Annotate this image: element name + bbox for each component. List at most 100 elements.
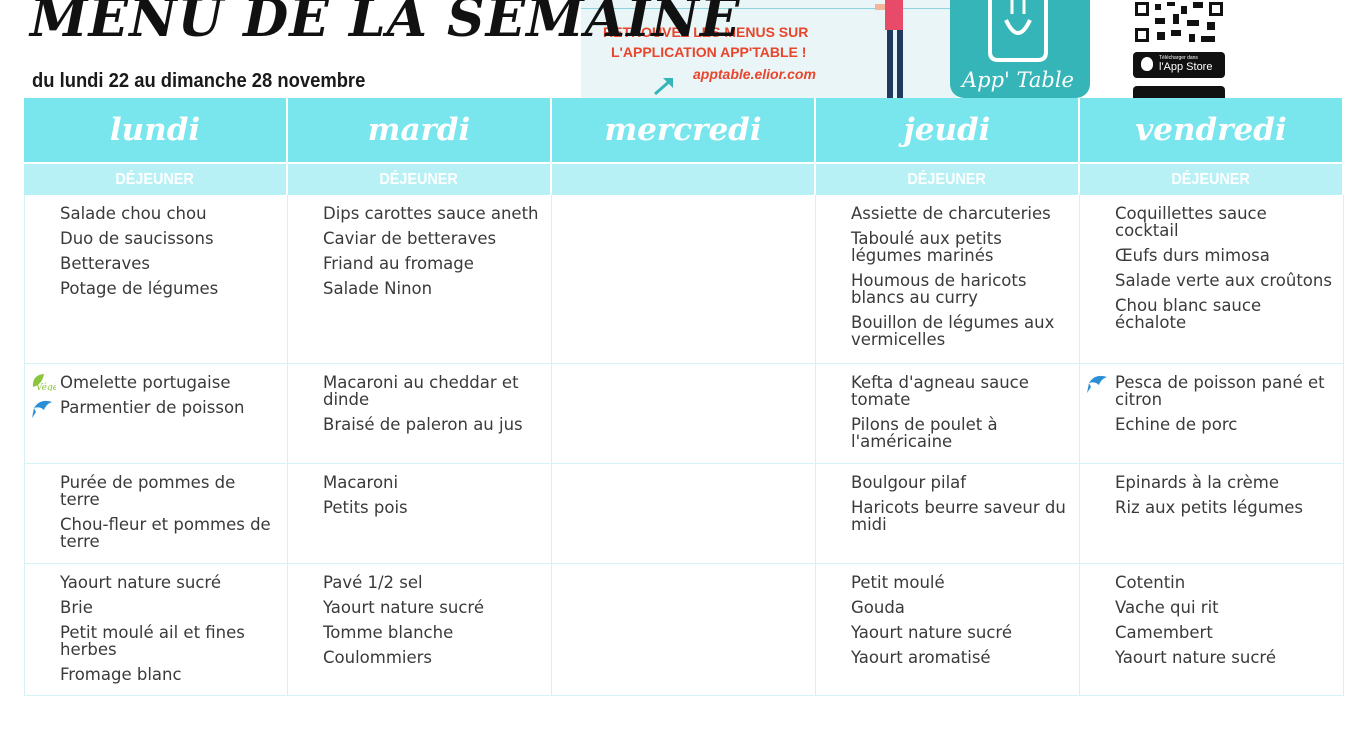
menu-item-label: Parmentier de poisson [60, 398, 245, 417]
menu-item: Chou-fleur et pommes de terre [60, 515, 271, 551]
menu-item: Yaourt nature sucré [851, 623, 1012, 642]
menu-cell-mardi: Macaroni Petits pois [288, 464, 552, 564]
arrow-icon [654, 78, 673, 96]
app-name: App' Table [962, 68, 1074, 92]
menu-cell-lundi: Yaourt nature sucré Brie Petit moulé ail… [24, 564, 288, 696]
menu-cell-mercredi [552, 464, 816, 564]
meal-header: DÉJEUNER [816, 164, 1080, 195]
menu-cell-lundi: Salade chou chou Duo de saucissons Bette… [24, 195, 288, 364]
phone-plate-icon [988, 0, 1048, 62]
menu-cell-jeudi: Boulgour pilaf Haricots beurre saveur du… [816, 464, 1080, 564]
promo-url-link[interactable]: apptable.elior.com [693, 66, 816, 82]
menu-cell-mardi: Pavé 1/2 sel Yaourt nature sucré Tomme b… [288, 564, 552, 696]
menu-item: Petit moulé ail et fines herbes [60, 623, 245, 659]
menu-cell-lundi: Végé Omelette portugaise Parmentier de p… [24, 364, 288, 464]
app-store-badge[interactable]: Télécharger dans l'App Store [1133, 52, 1225, 78]
menu-cell-vendredi: Coquillettes sauce cocktail Œufs durs mi… [1080, 195, 1344, 364]
meal-label: DÉJEUNER [379, 170, 459, 188]
menu-cell-jeudi: Assiette de charcuteries Taboulé aux pet… [816, 195, 1080, 364]
fish-icon [1087, 375, 1107, 393]
menu-item: Haricots beurre saveur du midi [851, 498, 1066, 534]
menu-item: Friand au fromage [323, 254, 474, 273]
person-illustration-icon [875, 0, 903, 98]
menu-cell-mercredi [552, 364, 816, 464]
menu-item: Tomme blanche [323, 623, 454, 642]
meal-header: DÉJEUNER [288, 164, 552, 195]
menu-item: Taboulé aux petits légumes marinés [851, 229, 1002, 265]
menu-item: Yaourt nature sucré [323, 598, 484, 617]
menu-item: Fromage blanc [60, 665, 182, 684]
menu-item: Salade verte aux croûtons [1115, 271, 1332, 290]
week-dates: du lundi 22 au dimanche 28 novembre [32, 70, 366, 92]
menu-item: Assiette de charcuteries [851, 204, 1051, 223]
menu-item: Caviar de betteraves [323, 229, 497, 248]
menu-cell-mardi: Macaroni au cheddar et dinde Braisé de p… [288, 364, 552, 464]
menu-item: Petits pois [323, 498, 408, 517]
menu-cell-vendredi: Pesca de poisson pané et citron Echine d… [1080, 364, 1344, 464]
day-header-mardi: mardi [288, 98, 552, 164]
mains-row: Végé Omelette portugaise Parmentier de p… [24, 364, 1346, 464]
menu-cell-vendredi: Epinards à la crème Riz aux petits légum… [1080, 464, 1344, 564]
meal-label: DÉJEUNER [115, 170, 195, 188]
meal-label: DÉJEUNER [907, 170, 987, 188]
menu-item: Echine de porc [1115, 415, 1238, 434]
menu-item: Riz aux petits légumes [1115, 498, 1304, 517]
store-badge-label: l'App Store [1159, 61, 1213, 73]
day-name: vendredi [1135, 112, 1287, 148]
meal-header [552, 164, 816, 195]
menu-item: Végé Omelette portugaise [32, 373, 277, 392]
starters-row: Salade chou chou Duo de saucissons Bette… [24, 195, 1346, 364]
fish-icon [32, 400, 52, 418]
meal-header-row: DÉJEUNER DÉJEUNER DÉJEUNER DÉJEUNER [24, 164, 1346, 195]
menu-item: Boulgour pilaf [851, 473, 967, 492]
menu-item: Coquillettes sauce cocktail [1115, 204, 1267, 240]
menu-item: Chou blanc sauce échalote [1115, 296, 1262, 332]
day-header-mercredi: mercredi [552, 98, 816, 164]
menu-item: Houmous de haricots blancs au curry [851, 271, 1027, 307]
menu-item: Epinards à la crème [1115, 473, 1280, 492]
menu-item: Duo de saucissons [60, 229, 214, 248]
menu-cell-mercredi [552, 195, 816, 364]
menu-item: Coulommiers [323, 648, 433, 667]
qr-code-icon[interactable] [1133, 0, 1225, 44]
menu-item: Macaroni [323, 473, 399, 492]
menu-item: Parmentier de poisson [32, 398, 277, 418]
app-table-logo[interactable]: App' Table [950, 0, 1090, 98]
menu-item: Macaroni au cheddar et dinde [323, 373, 519, 409]
day-name: jeudi [903, 112, 991, 148]
menu-item: Dips carottes sauce aneth [323, 204, 539, 223]
menu-item: Bouillon de légumes aux vermicelles [851, 313, 1055, 349]
meal-header: DÉJEUNER [24, 164, 288, 195]
menu-item-label: Pesca de poisson pané et citron [1115, 373, 1325, 409]
menu-cell-mercredi [552, 564, 816, 696]
menu-item: Yaourt nature sucré [1115, 648, 1276, 667]
menu-item: Vache qui rit [1115, 598, 1219, 617]
apple-icon [1141, 57, 1153, 71]
meal-label: DÉJEUNER [1171, 170, 1251, 188]
day-name: mardi [367, 112, 471, 148]
menu-item: Pavé 1/2 sel [323, 573, 423, 592]
menu-item: Kefta d'agneau sauce tomate [851, 373, 1029, 409]
menu-item: Braisé de paleron au jus [323, 415, 523, 434]
day-name: lundi [109, 112, 201, 148]
menu-item: Salade Ninon [323, 279, 433, 298]
menu-item: Potage de légumes [60, 279, 219, 298]
menu-cell-lundi: Purée de pommes de terre Chou-fleur et p… [24, 464, 288, 564]
menu-item: Betteraves [60, 254, 150, 273]
menu-cell-jeudi: Petit moulé Gouda Yaourt nature sucré Ya… [816, 564, 1080, 696]
menu-item: Pilons de poulet à l'américaine [851, 415, 998, 451]
vege-badge-label: Végé [36, 382, 56, 391]
page-title: MENU DE LA SEMAINE [30, 0, 741, 49]
vege-leaf-icon: Végé [32, 374, 56, 391]
menu-item-label: Omelette portugaise [60, 373, 231, 392]
menu-cell-jeudi: Kefta d'agneau sauce tomate Pilons de po… [816, 364, 1080, 464]
menu-item: Petit moulé [851, 573, 945, 592]
menu-grid: lundi mardi mercredi jeudi vendredi DÉJE… [24, 98, 1346, 696]
menu-cell-mardi: Dips carottes sauce aneth Caviar de bett… [288, 195, 552, 364]
meal-header: DÉJEUNER [1080, 164, 1344, 195]
dairy-row: Yaourt nature sucré Brie Petit moulé ail… [24, 564, 1346, 696]
days-header-row: lundi mardi mercredi jeudi vendredi [24, 98, 1346, 164]
google-play-badge[interactable] [1133, 86, 1225, 98]
menu-item: Brie [60, 598, 93, 617]
day-header-jeudi: jeudi [816, 98, 1080, 164]
